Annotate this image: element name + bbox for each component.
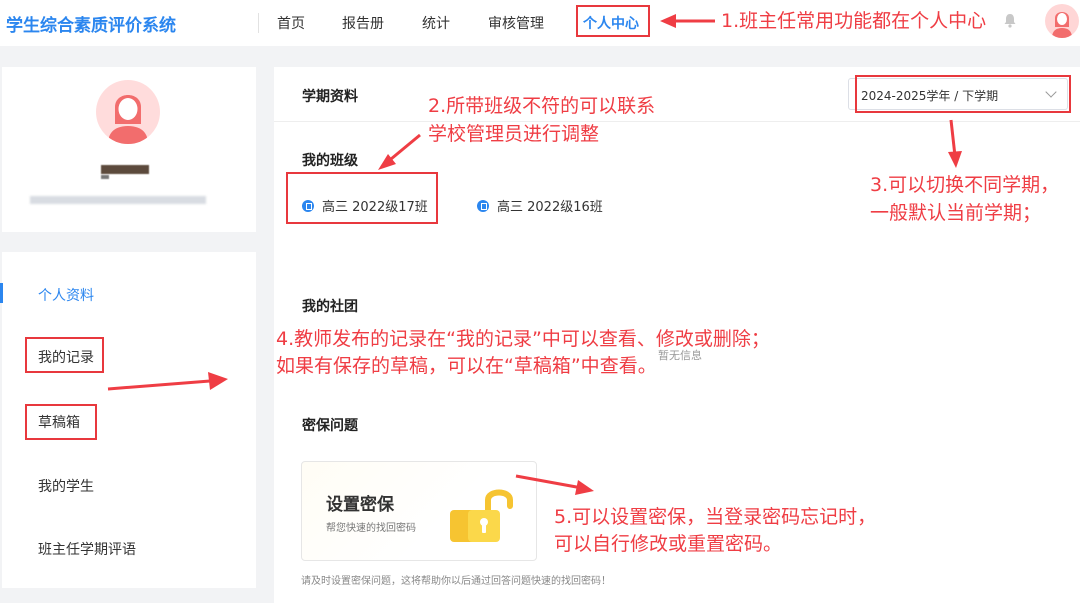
annotation-arrows	[107, 14, 962, 495]
annotation-note-2-line-2: 学校管理员进行调整	[428, 123, 600, 145]
annotation-note-5-line-2: 可以自行修改或重置密码。	[554, 533, 783, 555]
annotation-note-3-line-2: 一般默认当前学期；	[870, 202, 1042, 224]
annotation-note-4-line-1: 4.教师发布的记录在“我的记录”中可以查看、修改或删除；	[276, 328, 770, 350]
annotation-note-5-line-1: 5.可以设置密保，当登录密码忘记时，	[554, 506, 877, 528]
annotation-note-1: 1.班主任常用功能都在个人中心	[721, 10, 987, 32]
annotation-note-2-line-1: 2.所带班级不符的可以联系	[428, 95, 656, 117]
annotation-note-3-line-1: 3.可以切换不同学期，	[870, 174, 1060, 196]
annotation-note-4-line-2: 如果有保存的草稿，可以在“草稿箱”中查看。	[276, 355, 657, 377]
